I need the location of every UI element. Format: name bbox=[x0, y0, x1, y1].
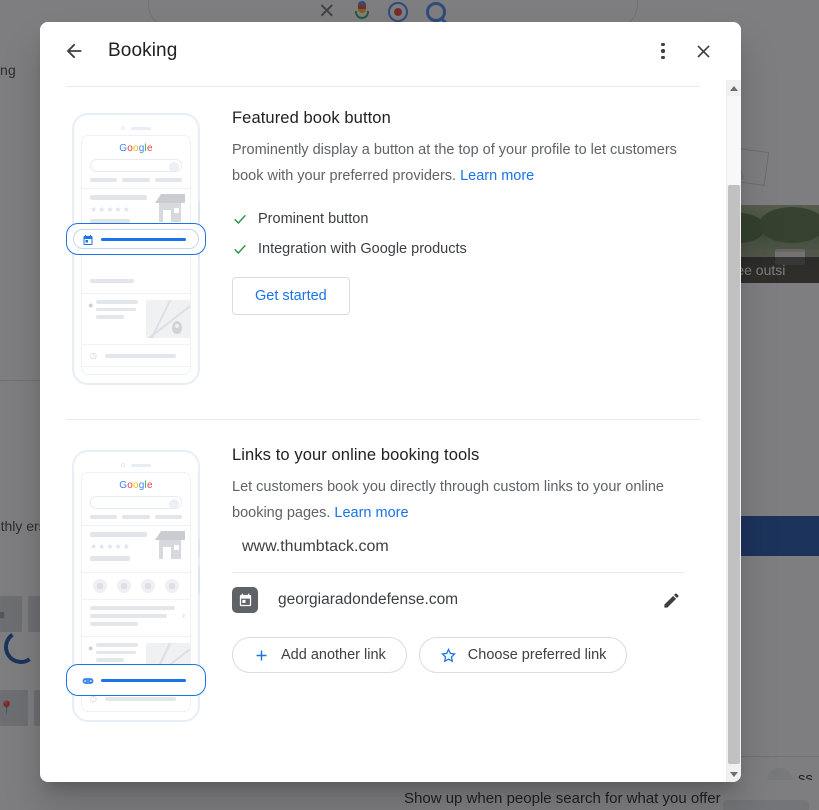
section-description: Let customers book you directly through … bbox=[232, 474, 684, 526]
booking-link-url: georgiaradondefense.com bbox=[278, 591, 459, 608]
learn-more-link[interactable]: Learn more bbox=[334, 505, 408, 521]
pencil-icon[interactable] bbox=[658, 587, 684, 613]
phone-mockup-links: Google ★★★★★ › ● ◷ bbox=[40, 446, 232, 722]
section-description-text: Prominently display a button at the top … bbox=[232, 142, 677, 184]
section-content-featured: Featured book button Prominently display… bbox=[232, 109, 726, 385]
choose-preferred-link-button[interactable]: Choose preferred link bbox=[418, 637, 628, 673]
section-title: Featured book button bbox=[232, 109, 391, 127]
section-title: Links to your online booking tools bbox=[232, 446, 480, 464]
feature-list: Prominent button Integration with Google… bbox=[232, 211, 696, 257]
scrollbar-thumb[interactable] bbox=[728, 185, 740, 764]
section-booking-links: Google ★★★★★ › ● ◷ Links to your online … bbox=[40, 420, 726, 722]
page-title: Booking bbox=[108, 40, 178, 61]
feature-label: Integration with Google products bbox=[258, 241, 467, 257]
scrollbar-track-top[interactable] bbox=[727, 96, 741, 185]
feature-item: Prominent button bbox=[232, 211, 696, 227]
modal-header: Booking bbox=[40, 22, 741, 80]
google-wordmark: Google bbox=[119, 143, 153, 154]
check-icon bbox=[234, 214, 246, 224]
primary-url-text[interactable]: www.thumbtack.com bbox=[232, 526, 696, 572]
plus-icon bbox=[253, 647, 270, 664]
get-started-button[interactable]: Get started bbox=[232, 277, 350, 315]
phone-highlight-booking-link bbox=[66, 664, 206, 696]
modal-body-wrapper: Google ★★★★★ ● ◷ Featured book button Pr… bbox=[40, 80, 741, 782]
feature-label: Prominent button bbox=[258, 211, 369, 227]
feature-item: Integration with Google products bbox=[232, 241, 696, 257]
check-icon bbox=[234, 244, 246, 254]
section-featured-book-button: Google ★★★★★ ● ◷ Featured book button Pr… bbox=[40, 87, 726, 385]
link-icon bbox=[82, 674, 94, 686]
section-description: Prominently display a button at the top … bbox=[232, 137, 684, 189]
choose-preferred-link-label: Choose preferred link bbox=[467, 647, 607, 663]
link-actions: Add another link Choose preferred link bbox=[232, 637, 696, 673]
add-another-link-label: Add another link bbox=[281, 647, 386, 663]
learn-more-link[interactable]: Learn more bbox=[460, 168, 534, 184]
modal-body: Google ★★★★★ ● ◷ Featured book button Pr… bbox=[40, 80, 726, 782]
back-arrow-icon[interactable] bbox=[54, 31, 94, 71]
phone-mockup-featured: Google ★★★★★ ● ◷ bbox=[40, 109, 232, 385]
add-another-link-button[interactable]: Add another link bbox=[232, 637, 407, 673]
section-content-links: Links to your online booking tools Let c… bbox=[232, 446, 726, 722]
section-description-text: Let customers book you directly through … bbox=[232, 479, 664, 521]
more-vert-icon[interactable] bbox=[643, 31, 683, 71]
google-wordmark: Google bbox=[119, 480, 153, 491]
close-icon[interactable] bbox=[683, 31, 723, 71]
calendar-icon bbox=[82, 233, 94, 245]
phone-highlight-book-button bbox=[66, 223, 206, 255]
star-outline-icon bbox=[440, 647, 457, 664]
calendar-favicon-icon bbox=[232, 587, 258, 613]
scroll-down-arrow-icon[interactable] bbox=[727, 766, 741, 782]
modal-scrollbar[interactable] bbox=[726, 80, 741, 782]
booking-link-row[interactable]: georgiaradondefense.com bbox=[232, 573, 684, 625]
scroll-up-arrow-icon[interactable] bbox=[727, 80, 741, 96]
booking-modal: Booking Google ★★★★★ ● ◷ Featured book b… bbox=[40, 22, 741, 782]
